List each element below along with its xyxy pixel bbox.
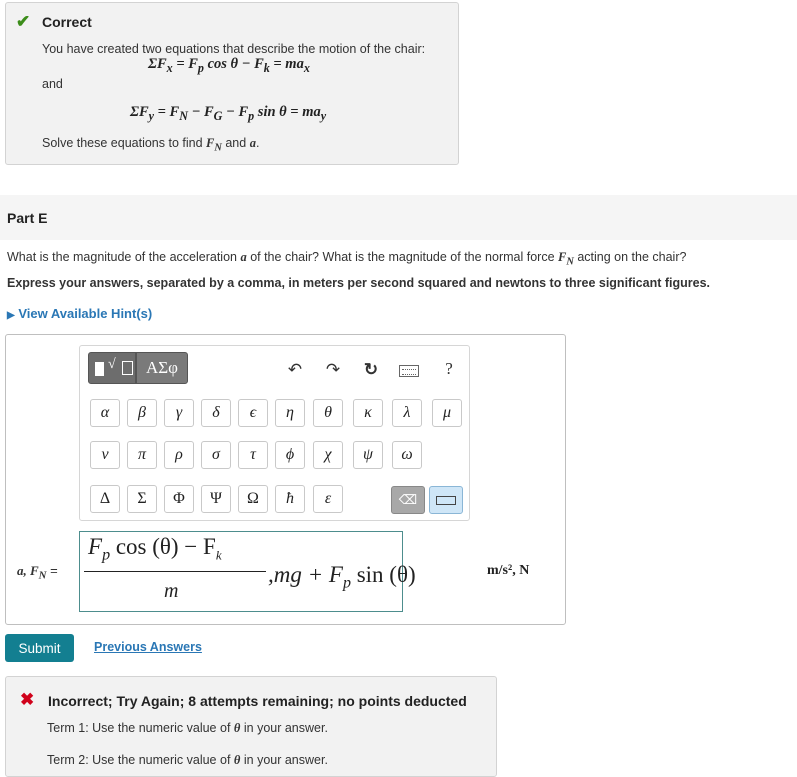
answer-numerator: Fp cos (θ) − Fk [88, 534, 222, 565]
solve-mid: and [221, 136, 250, 150]
check-icon: ✔ [16, 12, 31, 31]
term2-feedback: Term 2: Use the numeric value of θ in yo… [47, 753, 328, 768]
tab-greek[interactable]: ΑΣφ [136, 352, 188, 384]
keyboard-icon[interactable] [429, 486, 463, 514]
numerator-sub: p [102, 546, 111, 564]
term1-end: in your answer. [240, 721, 328, 735]
eq2-rhs: sin θ = ma [254, 104, 321, 120]
previous-answers-link[interactable]: Previous Answers [94, 640, 202, 654]
greek-nu-button[interactable]: ν [90, 441, 120, 469]
eq2-mid1-sub: N [179, 108, 188, 123]
question-prefix: What is the magnitude of the acceleratio… [7, 250, 241, 264]
keyboard-shortcuts-icon[interactable] [399, 365, 419, 377]
question-end: acting on the chair? [573, 250, 687, 264]
greek-omega-button[interactable]: ω [392, 441, 422, 469]
equation-y: ΣFy = FN − FG − Fp sin θ = may [130, 104, 326, 124]
greek-capital-phi-button[interactable]: Φ [164, 485, 194, 513]
units-label: m/s², N [487, 563, 530, 578]
eq2-lhs: ΣF [130, 104, 149, 120]
template-box-icon [95, 362, 104, 376]
question-text: What is the magnitude of the acceleratio… [7, 250, 686, 268]
backspace-button[interactable]: ⌫ [391, 486, 425, 514]
hbar-button[interactable]: ħ [275, 485, 305, 513]
answer-label-eq: = [46, 563, 58, 578]
correct-text: You have created two equations that desc… [42, 42, 426, 56]
greek-epsilon-button[interactable]: ϵ [238, 399, 268, 427]
eq2-mid1: = F [154, 104, 180, 120]
term1-feedback: Term 1: Use the numeric value of θ in yo… [47, 721, 328, 736]
greek-gamma-button[interactable]: γ [164, 399, 194, 427]
undo-button[interactable]: ↶ [282, 357, 308, 383]
answer-second-term: ,mg + Fp sin (θ) [268, 562, 416, 593]
greek-capital-delta-button[interactable]: Δ [90, 485, 120, 513]
question-mid: of the chair? What is the magnitude of t… [246, 250, 558, 264]
after-frac: ,mg + F [268, 562, 343, 587]
x-icon: ✖ [20, 690, 35, 709]
greek-alpha-button[interactable]: α [90, 399, 120, 427]
eq2-mid3: − F [222, 104, 249, 120]
greek-mu-button[interactable]: μ [432, 399, 462, 427]
reset-button[interactable]: ↻ [358, 357, 384, 383]
greek-lambda-button[interactable]: λ [392, 399, 422, 427]
term2-prefix: Term 2: Use the numeric value of [47, 753, 234, 767]
and-text: and [42, 77, 63, 91]
eq1-rhs-sub: x [303, 60, 310, 75]
greek-eta-button[interactable]: η [275, 399, 305, 427]
solve-text: Solve these equations to find FN and a. [42, 136, 259, 154]
greek-capital-sigma-button[interactable]: Σ [127, 485, 157, 513]
greek-sigma-button[interactable]: σ [201, 441, 231, 469]
greek-psi-button[interactable]: ψ [353, 441, 383, 469]
template-box-outline-icon [122, 361, 133, 375]
greek-kappa-button[interactable]: κ [353, 399, 383, 427]
fraction-bar [84, 571, 266, 572]
eq1-mid1: = F [172, 56, 198, 72]
eq2-mid2: − F [187, 104, 214, 120]
help-button[interactable]: ? [436, 356, 462, 382]
varepsilon-button[interactable]: ε [313, 485, 343, 513]
numerator-sub2: k [215, 547, 222, 563]
incorrect-title: Incorrect; Try Again; 8 attempts remaini… [48, 693, 467, 709]
greek-rho-button[interactable]: ρ [164, 441, 194, 469]
part-header: Part E [0, 195, 797, 240]
eq1-lhs: ΣF [148, 56, 167, 72]
greek-delta-button[interactable]: δ [201, 399, 231, 427]
equation-x: ΣFx = Fp cos θ − Fk = max [148, 56, 310, 76]
part-label: Part E [7, 210, 48, 226]
instruction-text: Express your answers, separated by a com… [7, 276, 710, 290]
greek-phi-button[interactable]: ϕ [275, 441, 305, 469]
after-rest: sin (θ) [350, 562, 416, 587]
solve-prefix: Solve these equations to find [42, 136, 207, 150]
answer-label: a, FN = [17, 563, 58, 582]
answer-label-var2-sub: N [38, 569, 47, 582]
greek-tau-button[interactable]: τ [238, 441, 268, 469]
caret-right-icon: ▶ [7, 310, 15, 321]
hints-label: View Available Hint(s) [18, 306, 153, 321]
greek-theta-button[interactable]: θ [313, 399, 343, 427]
question-var2-sub: N [566, 256, 574, 268]
numerator-f: F [88, 534, 103, 559]
radical-icon: √ [108, 357, 116, 372]
view-hints-link[interactable]: ▶ View Available Hint(s) [7, 306, 152, 321]
eq2-rhs-sub: y [320, 108, 327, 123]
redo-button[interactable]: ↷ [320, 357, 346, 383]
after-sub: p [342, 574, 351, 592]
solve-end: . [255, 136, 260, 150]
answer-label-var2: F [30, 563, 39, 578]
greek-capital-omega-button[interactable]: Ω [238, 485, 268, 513]
correct-title: Correct [42, 14, 92, 30]
term1-prefix: Term 1: Use the numeric value of [47, 721, 234, 735]
greek-beta-button[interactable]: β [127, 399, 157, 427]
numerator-rest: cos (θ) − F [110, 534, 216, 559]
eq1-rhs: = ma [269, 56, 304, 72]
term2-end: in your answer. [240, 753, 328, 767]
greek-chi-button[interactable]: χ [313, 441, 343, 469]
answer-denominator: m [164, 580, 179, 602]
eq1-mid2: cos θ − F [203, 56, 264, 72]
greek-pi-button[interactable]: π [127, 441, 157, 469]
greek-capital-psi-button[interactable]: Ψ [201, 485, 231, 513]
submit-button[interactable]: Submit [5, 634, 74, 662]
solve-var1-sub: N [214, 142, 222, 154]
